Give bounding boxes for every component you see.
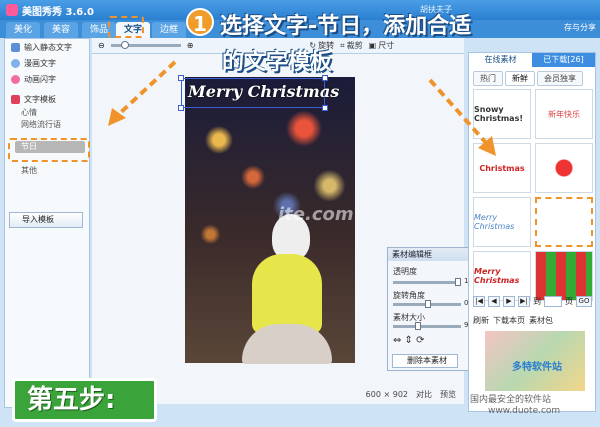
annotation-arrows [108, 60, 496, 156]
site-url: www.duote.com [488, 406, 561, 416]
site-logo: 多特软件站 [512, 362, 562, 373]
step-label: 第五步: [12, 378, 157, 422]
arrow-left [116, 60, 177, 117]
site-watermark: 国内最安全的软件站 [470, 395, 552, 405]
arrow-right [428, 78, 490, 147]
arrow-right-head [478, 136, 496, 156]
